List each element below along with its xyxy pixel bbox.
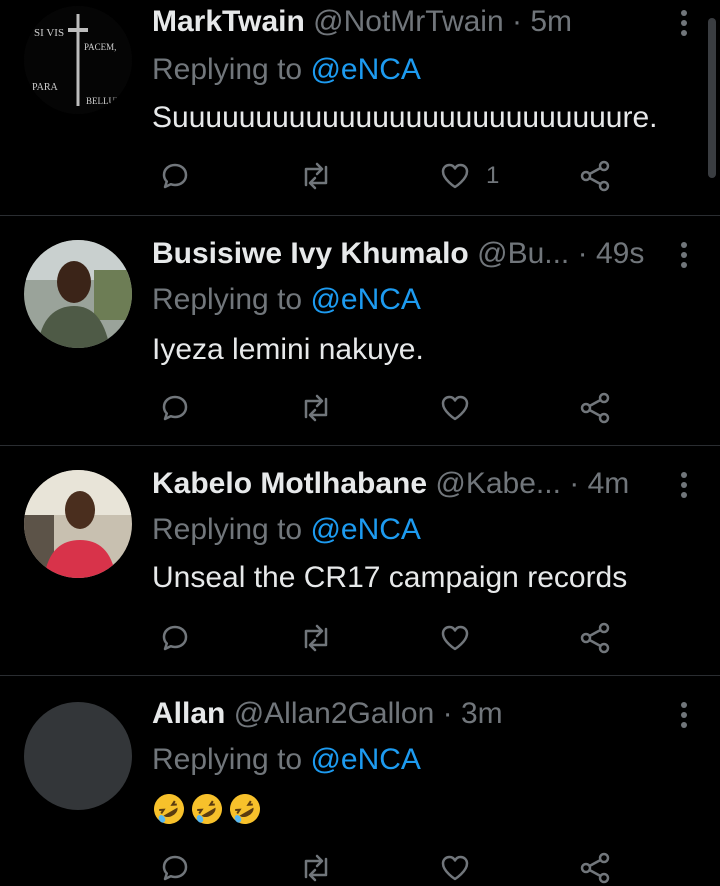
- like-button[interactable]: 1: [438, 156, 499, 196]
- retweet-icon: [304, 162, 328, 190]
- retweet-icon: [304, 624, 328, 652]
- tweet-header: MarkTwain @NotMrTwain · 5m: [152, 4, 650, 40]
- comment-icon: [162, 625, 188, 651]
- tweet-4[interactable]: Allan @Allan2Gallon · 3m Replying to @eN…: [0, 676, 720, 886]
- separator: ·: [569, 467, 580, 500]
- replying-to-label: Replying to: [152, 513, 303, 546]
- avatar-kabelo[interactable]: [24, 470, 132, 578]
- tweet-3[interactable]: Kabelo Motlhabane @Kabe... · 4m Replying…: [0, 446, 720, 676]
- replying-to-label: Replying to: [152, 283, 303, 316]
- tweet-1[interactable]: SI VIS PACEM, PARA BELLUM MarkTwain @Not…: [0, 0, 720, 216]
- more-vertical-icon[interactable]: [676, 470, 692, 500]
- more-vertical-icon[interactable]: [676, 240, 692, 270]
- si-vis-pacem-logo: SI VIS PACEM, PARA BELLUM: [24, 6, 132, 114]
- share-icon: [580, 392, 610, 424]
- heart-icon: [441, 163, 469, 189]
- separator: ·: [442, 697, 453, 730]
- tweet-text: [152, 790, 266, 826]
- reply-button[interactable]: [158, 388, 192, 428]
- timestamp[interactable]: 4m: [588, 467, 630, 500]
- replying-to: Replying to @eNCA: [152, 512, 421, 548]
- comment-icon: [162, 855, 188, 881]
- more-vertical-icon[interactable]: [676, 8, 692, 38]
- mention-link[interactable]: @eNCA: [310, 513, 420, 546]
- logo-text-1: SI VIS: [34, 27, 64, 39]
- like-button[interactable]: [438, 388, 472, 428]
- replying-to-label: Replying to: [152, 53, 303, 86]
- logo-text-2: PACEM,: [84, 42, 116, 52]
- rolling-on-floor-laughing-emoji: [192, 794, 222, 825]
- replying-to: Replying to @eNCA: [152, 282, 421, 318]
- author-name[interactable]: Busisiwe Ivy Khumalo: [152, 237, 469, 270]
- tweet-text: Iyeza lemini nakuye.: [152, 333, 424, 366]
- replying-to: Replying to @eNCA: [152, 742, 421, 778]
- heart-icon: [441, 395, 469, 421]
- tweet-text: Suuuuuuuuuuuuuuuuuuuuuuuuuuure.: [152, 101, 658, 134]
- action-bar: [152, 388, 650, 428]
- share-icon: [580, 622, 610, 654]
- share-button[interactable]: [578, 156, 612, 196]
- mention-link[interactable]: @eNCA: [310, 283, 420, 316]
- reply-button[interactable]: [158, 848, 192, 886]
- avatar-busisiwe[interactable]: [24, 240, 132, 348]
- mention-link[interactable]: @eNCA: [310, 743, 420, 776]
- retweet-button[interactable]: [298, 156, 334, 196]
- separator: ·: [512, 5, 522, 38]
- action-bar: [152, 618, 650, 658]
- reply-button[interactable]: [158, 618, 192, 658]
- action-bar: 1: [152, 156, 650, 196]
- reply-button[interactable]: [158, 156, 192, 196]
- person-photo: [24, 240, 132, 348]
- heart-icon: [441, 855, 469, 881]
- retweet-icon: [304, 394, 328, 422]
- mention-link[interactable]: @eNCA: [310, 53, 420, 86]
- comment-icon: [162, 395, 188, 421]
- replying-to-label: Replying to: [152, 743, 303, 776]
- share-button[interactable]: [578, 618, 612, 658]
- author-name[interactable]: Kabelo Motlhabane: [152, 467, 427, 500]
- author-handle[interactable]: @Allan2Gallon: [234, 697, 435, 730]
- author-handle[interactable]: @Bu...: [477, 237, 569, 270]
- tweet-2[interactable]: Busisiwe Ivy Khumalo @Bu... · 49s Replyi…: [0, 216, 720, 446]
- share-button[interactable]: [578, 848, 612, 886]
- rolling-on-floor-laughing-emoji: [154, 794, 184, 825]
- logo-text-4: BELLUM: [86, 96, 123, 106]
- rolling-on-floor-laughing-emoji: [230, 794, 260, 825]
- share-icon: [580, 160, 610, 192]
- comment-icon: [162, 163, 188, 189]
- avatar-allan[interactable]: [24, 702, 132, 810]
- tweet-header: Kabelo Motlhabane @Kabe... · 4m: [152, 466, 650, 502]
- timestamp[interactable]: 5m: [530, 5, 572, 38]
- author-name[interactable]: MarkTwain: [152, 5, 305, 38]
- timestamp[interactable]: 3m: [461, 697, 503, 730]
- tweet-feed: SI VIS PACEM, PARA BELLUM MarkTwain @Not…: [0, 0, 720, 886]
- retweet-icon: [304, 854, 328, 882]
- share-icon: [580, 852, 610, 884]
- like-count: 1: [486, 162, 500, 189]
- retweet-button[interactable]: [298, 618, 334, 658]
- more-vertical-icon[interactable]: [676, 700, 692, 730]
- author-handle[interactable]: @Kabe...: [435, 467, 561, 500]
- share-button[interactable]: [578, 388, 612, 428]
- tweet-header: Allan @Allan2Gallon · 3m: [152, 696, 650, 732]
- like-button[interactable]: [438, 848, 472, 886]
- like-button[interactable]: [438, 618, 472, 658]
- separator: ·: [577, 237, 588, 270]
- replying-to: Replying to @eNCA: [152, 52, 421, 88]
- retweet-button[interactable]: [298, 388, 334, 428]
- retweet-button[interactable]: [298, 848, 334, 886]
- heart-icon: [441, 625, 469, 651]
- tweet-text: Unseal the CR17 campaign records: [152, 561, 628, 594]
- person-photo: [24, 470, 132, 578]
- avatar-marktwain[interactable]: SI VIS PACEM, PARA BELLUM: [24, 6, 132, 114]
- action-bar: [152, 848, 650, 886]
- logo-text-3: PARA: [32, 82, 59, 93]
- author-name[interactable]: Allan: [152, 697, 225, 730]
- author-handle[interactable]: @NotMrTwain: [313, 5, 504, 38]
- scrollbar[interactable]: [708, 18, 716, 178]
- timestamp[interactable]: 49s: [596, 237, 644, 270]
- tweet-header: Busisiwe Ivy Khumalo @Bu... · 49s: [152, 236, 650, 272]
